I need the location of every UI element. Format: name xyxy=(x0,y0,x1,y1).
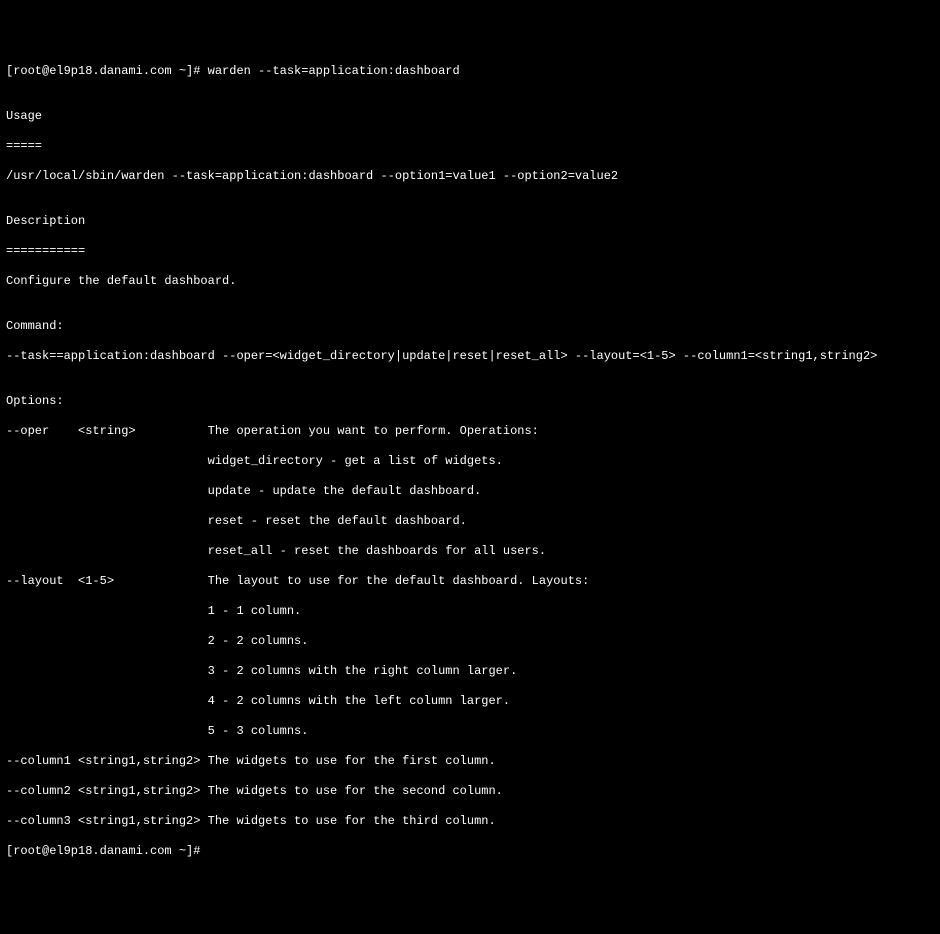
description-line: Configure the default dashboard. xyxy=(6,274,934,289)
option-oper-line-2: widget_directory - get a list of widgets… xyxy=(6,454,934,469)
option-column1-line: --column1 <string1,string2> The widgets … xyxy=(6,754,934,769)
command-header: Command: xyxy=(6,319,934,334)
option-layout-line-3: 2 - 2 columns. xyxy=(6,634,934,649)
option-layout-line-2: 1 - 1 column. xyxy=(6,604,934,619)
usage-line: /usr/local/sbin/warden --task=applicatio… xyxy=(6,169,934,184)
prompt-cursor[interactable]: [root@el9p18.danami.com ~]# xyxy=(6,844,934,859)
prompt-executed-command: [root@el9p18.danami.com ~]# warden --tas… xyxy=(6,64,934,79)
usage-underline: ===== xyxy=(6,139,934,154)
option-column2-line: --column2 <string1,string2> The widgets … xyxy=(6,784,934,799)
options-header: Options: xyxy=(6,394,934,409)
option-layout-line-6: 5 - 3 columns. xyxy=(6,724,934,739)
usage-header: Usage xyxy=(6,109,934,124)
option-column3-line: --column3 <string1,string2> The widgets … xyxy=(6,814,934,829)
option-oper-line-4: reset - reset the default dashboard. xyxy=(6,514,934,529)
option-oper-line-1: --oper <string> The operation you want t… xyxy=(6,424,934,439)
description-underline: =========== xyxy=(6,244,934,259)
option-layout-line-4: 3 - 2 columns with the right column larg… xyxy=(6,664,934,679)
option-layout-line-5: 4 - 2 columns with the left column large… xyxy=(6,694,934,709)
command-line: --task==application:dashboard --oper=<wi… xyxy=(6,349,934,364)
option-oper-line-3: update - update the default dashboard. xyxy=(6,484,934,499)
option-oper-line-5: reset_all - reset the dashboards for all… xyxy=(6,544,934,559)
description-header: Description xyxy=(6,214,934,229)
option-layout-line-1: --layout <1-5> The layout to use for the… xyxy=(6,574,934,589)
